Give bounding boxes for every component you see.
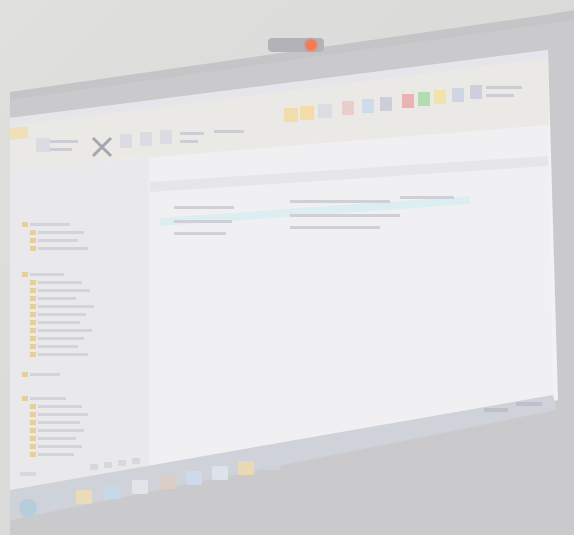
monitor-photo bbox=[0, 0, 574, 535]
photo-glare bbox=[0, 0, 574, 535]
